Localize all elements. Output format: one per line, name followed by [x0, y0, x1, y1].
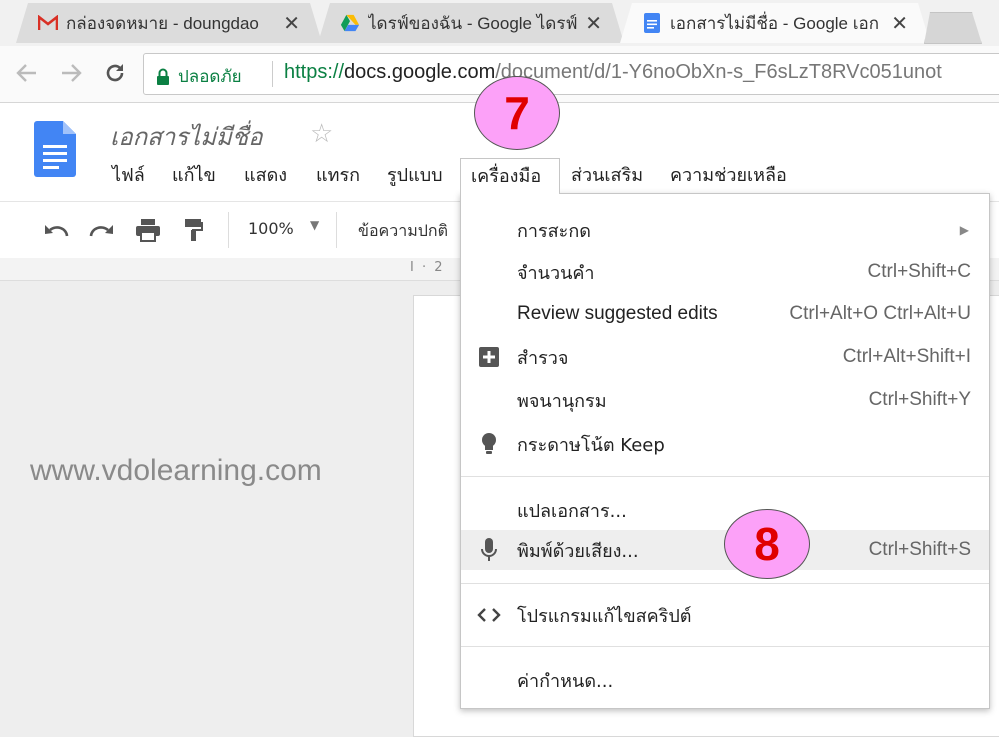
menu-separator — [461, 646, 989, 647]
document-title[interactable]: เอกสารไม่มีชื่อ — [110, 117, 263, 156]
back-button[interactable] — [12, 58, 42, 88]
menu-item-script-editor[interactable]: โปรแกรมแก้ไขสคริปต์ — [461, 595, 989, 635]
google-docs-logo-icon[interactable] — [34, 121, 76, 181]
menu-item-label: ค่ากำหนด... — [517, 670, 614, 692]
menu-item-shortcut: Ctrl+Shift+Y — [868, 389, 971, 410]
google-docs-icon — [642, 13, 662, 33]
menu-separator — [461, 476, 989, 477]
menu-item-label: พจนานุกรม — [517, 390, 607, 412]
menu-view[interactable]: แสดง — [234, 158, 297, 194]
menu-file[interactable]: ไฟล์ — [102, 158, 155, 194]
print-icon[interactable] — [134, 216, 162, 244]
menu-addons[interactable]: ส่วนเสริม — [561, 158, 653, 194]
address-separator — [272, 61, 273, 87]
menu-item-label: พิมพ์ด้วยเสียง... — [517, 540, 639, 562]
url-host: docs.google.com — [344, 61, 496, 83]
watermark: www.vdolearning.com — [30, 454, 322, 487]
menu-item-shortcut: Ctrl+Shift+S — [868, 539, 971, 560]
menu-format[interactable]: รูปแบบ — [377, 158, 453, 194]
code-brackets-icon — [477, 603, 501, 627]
menu-item-label: จำนวนคำ — [517, 262, 595, 284]
ruler-ticks: I · 2 — [410, 260, 445, 275]
menu-item-dictionary[interactable]: พจนานุกรม Ctrl+Shift+Y — [461, 380, 989, 420]
tab-title: ไดรฟ์ของฉัน - Google ไดรฟ์ — [368, 13, 578, 33]
close-tab-icon[interactable]: ✕ — [891, 11, 908, 35]
new-tab-button[interactable] — [924, 12, 982, 44]
submenu-arrow-icon: ▶ — [959, 223, 969, 237]
tab-title: เอกสารไม่มีชื่อ - Google เอก — [670, 13, 880, 33]
security-label: ปลอดภัย — [178, 67, 242, 87]
gmail-icon — [38, 13, 58, 33]
step-callout-7: 7 — [474, 76, 560, 150]
menu-item-translate-document[interactable]: แปลเอกสาร... — [461, 490, 989, 530]
forward-arrow-icon — [62, 64, 82, 82]
paragraph-style-select[interactable]: ข้อความปกติ — [358, 219, 448, 244]
toolbar-separator — [228, 212, 229, 248]
menu-insert[interactable]: แทรก — [306, 158, 370, 194]
toolbar-separator — [336, 212, 337, 248]
url-scheme: https:// — [284, 61, 345, 83]
menu-item-keep-notepad[interactable]: กระดาษโน้ต Keep — [461, 424, 989, 464]
close-tab-icon[interactable]: ✕ — [585, 11, 602, 35]
menu-item-label: การสะกด — [517, 220, 591, 242]
paint-format-icon[interactable] — [180, 216, 208, 244]
reload-button[interactable] — [100, 58, 130, 88]
menu-separator — [461, 583, 989, 584]
menu-item-label: แปลเอกสาร... — [517, 500, 627, 522]
menu-item-word-count[interactable]: จำนวนคำ Ctrl+Shift+C — [461, 252, 989, 292]
zoom-select[interactable]: 100% — [248, 219, 294, 238]
menu-item-label: กระดาษโน้ต Keep — [517, 434, 665, 456]
menu-help[interactable]: ความช่วยเหลือ — [660, 158, 797, 194]
menu-item-label: สำรวจ — [517, 347, 569, 369]
browser-tab-strip: กล่องจดหมาย - doungdao ✕ ไดรฟ์ของฉัน - G… — [0, 0, 999, 46]
step-callout-8: 8 — [724, 509, 810, 579]
tab-gmail[interactable]: กล่องจดหมาย - doungdao ✕ — [16, 3, 322, 43]
url-path: /document/d/1-Y6noObXn-s_F6sLzT8RVc051un… — [495, 61, 942, 83]
menu-tools[interactable]: เครื่องมือ — [460, 158, 560, 194]
undo-icon[interactable] — [42, 216, 70, 244]
reload-icon — [106, 64, 124, 82]
chevron-down-icon[interactable]: ▼ — [310, 218, 319, 232]
explore-plus-icon — [477, 345, 501, 369]
back-arrow-icon — [16, 64, 36, 82]
security-indicator[interactable]: ปลอดภัย — [156, 63, 242, 90]
menu-item-shortcut: Ctrl+Alt+Shift+I — [842, 346, 971, 367]
tab-docs[interactable]: เอกสารไม่มีชื่อ - Google เอก ✕ — [620, 3, 930, 43]
lock-icon — [157, 68, 169, 85]
menu-item-shortcut: Ctrl+Shift+C — [867, 261, 971, 282]
url-text[interactable]: https://docs.google.com/document/d/1-Y6n… — [284, 61, 942, 84]
menu-item-label: Review suggested edits — [517, 303, 718, 324]
microphone-icon — [477, 538, 501, 562]
menu-item-label: โปรแกรมแก้ไขสคริปต์ — [517, 605, 692, 627]
google-drive-icon — [340, 13, 360, 33]
tab-drive[interactable]: ไดรฟ์ของฉัน - Google ไดรฟ์ ✕ — [318, 3, 624, 43]
tools-menu-dropdown: การสะกด ▶ จำนวนคำ Ctrl+Shift+C Review su… — [460, 193, 990, 709]
close-tab-icon[interactable]: ✕ — [283, 11, 300, 35]
menu-item-shortcut: Ctrl+Alt+O Ctrl+Alt+U — [789, 303, 971, 324]
menu-item-preferences[interactable]: ค่ากำหนด... — [461, 660, 989, 700]
address-bar[interactable]: ปลอดภัย https://docs.google.com/document… — [143, 53, 999, 95]
menu-item-review-suggested-edits[interactable]: Review suggested edits Ctrl+Alt+O Ctrl+A… — [461, 294, 989, 334]
menu-edit[interactable]: แก้ไข — [162, 158, 226, 194]
menu-item-explore[interactable]: สำรวจ Ctrl+Alt+Shift+I — [461, 337, 989, 377]
tab-title: กล่องจดหมาย - doungdao — [66, 13, 259, 33]
star-icon[interactable]: ☆ — [310, 119, 333, 149]
redo-icon[interactable] — [88, 216, 116, 244]
lightbulb-icon — [477, 432, 501, 456]
forward-button[interactable] — [56, 58, 86, 88]
menu-item-spelling[interactable]: การสะกด ▶ — [461, 210, 989, 250]
